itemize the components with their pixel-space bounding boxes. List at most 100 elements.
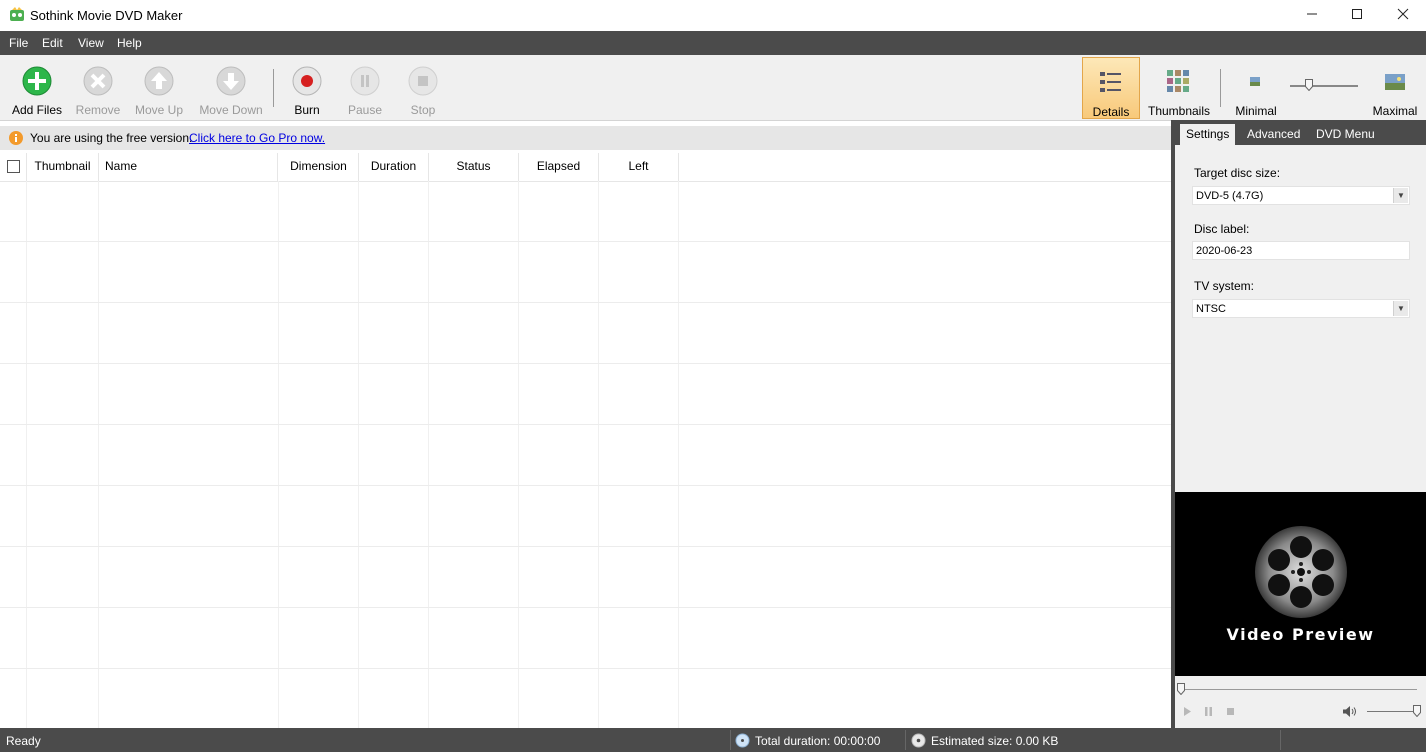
menu-bar: File Edit View Help <box>0 31 1426 55</box>
status-divider <box>905 730 906 750</box>
player-controls <box>1175 676 1426 728</box>
app-icon <box>10 7 24 21</box>
menu-file[interactable]: File <box>9 36 28 50</box>
column-divider <box>98 181 99 728</box>
tab-advanced[interactable]: Advanced <box>1241 124 1306 145</box>
chevron-down-icon[interactable]: ▼ <box>1393 188 1408 203</box>
free-version-bar: You are using the free version. Click he… <box>0 126 1171 150</box>
move-down-button[interactable]: Move Down <box>196 55 266 120</box>
move-down-label: Move Down <box>199 103 263 117</box>
remove-label: Remove <box>75 103 121 117</box>
volume-thumb[interactable] <box>1413 705 1421 717</box>
close-icon <box>1397 8 1409 20</box>
tab-dvd-menu[interactable]: DVD Menu <box>1310 124 1381 145</box>
column-divider <box>428 181 429 728</box>
status-bar: Ready Total duration: 00:00:00 Estimated… <box>0 728 1426 752</box>
target-disc-size-select[interactable]: DVD-5 (4.7G) ▼ <box>1192 186 1410 205</box>
disc-label-value: 2020-06-23 <box>1196 245 1253 257</box>
title-bar: Sothink Movie DVD Maker <box>0 0 1426 32</box>
volume-slider[interactable] <box>1367 711 1419 712</box>
row-divider <box>0 546 1171 547</box>
remove-button[interactable]: Remove <box>72 55 124 120</box>
menu-edit[interactable]: Edit <box>42 36 63 50</box>
row-divider <box>0 485 1171 486</box>
seek-thumb[interactable] <box>1177 683 1185 695</box>
close-button[interactable] <box>1380 0 1426 31</box>
row-divider <box>0 668 1171 669</box>
column-name[interactable]: Name <box>99 153 278 181</box>
tab-settings[interactable]: Settings <box>1180 124 1236 145</box>
maximal-size-button[interactable]: Maximal <box>1370 57 1420 118</box>
column-divider <box>518 181 519 728</box>
large-image-icon <box>1385 74 1405 90</box>
arrow-down-icon <box>216 66 246 96</box>
minimal-size-button[interactable]: Minimal <box>1230 57 1282 118</box>
minimal-label: Minimal <box>1235 104 1277 118</box>
stop-label: Stop <box>410 103 436 117</box>
stop-icon[interactable] <box>1226 707 1235 716</box>
status-divider <box>1280 730 1281 750</box>
column-thumbnail[interactable]: Thumbnail <box>27 153 99 181</box>
pause-button[interactable]: Pause <box>343 55 387 120</box>
move-up-label: Move Up <box>134 103 184 117</box>
burn-button[interactable]: Burn <box>285 55 329 120</box>
minimize-button[interactable] <box>1289 0 1335 31</box>
chevron-down-icon[interactable]: ▼ <box>1393 301 1408 316</box>
minimize-icon <box>1307 13 1317 15</box>
panel-tabs: Settings Advanced DVD Menu <box>1175 120 1426 145</box>
play-icon[interactable] <box>1183 707 1191 716</box>
column-left[interactable]: Left <box>599 153 679 181</box>
column-divider <box>358 181 359 728</box>
row-divider <box>0 607 1171 608</box>
details-icon <box>1100 72 1121 92</box>
menu-help[interactable]: Help <box>117 36 142 50</box>
pause-icon <box>350 66 380 96</box>
slider-thumb[interactable] <box>1305 79 1313 91</box>
stop-button[interactable]: Stop <box>401 55 445 120</box>
table-header: Thumbnail Name Dimension Duration Status… <box>0 153 1171 182</box>
select-all-checkbox[interactable] <box>7 160 20 173</box>
estimated-size: Estimated size: 0.00 KB <box>931 734 1059 748</box>
column-status[interactable]: Status <box>429 153 519 181</box>
tv-system-select[interactable]: NTSC ▼ <box>1192 299 1410 318</box>
maximal-label: Maximal <box>1372 104 1418 118</box>
column-divider <box>26 181 27 728</box>
toolbar: Add Files Remove Move Up Move Down Burn <box>0 55 1426 121</box>
row-divider <box>0 363 1171 364</box>
thumbnails-view-button[interactable]: Thumbnails <box>1146 57 1212 118</box>
tv-system-label: TV system: <box>1194 279 1255 293</box>
details-view-button[interactable]: Details <box>1082 57 1140 119</box>
burn-label: Burn <box>294 103 320 117</box>
pause-label: Pause <box>347 103 383 117</box>
go-pro-link[interactable]: Click here to Go Pro now. <box>189 131 325 145</box>
row-divider <box>0 424 1171 425</box>
add-files-button[interactable]: Add Files <box>6 55 68 120</box>
video-preview: Video Preview <box>1175 492 1426 676</box>
disc-label-input[interactable]: 2020-06-23 <box>1192 241 1410 260</box>
maximize-button[interactable] <box>1334 0 1380 31</box>
pause-icon[interactable] <box>1204 707 1213 716</box>
tv-system-value: NTSC <box>1196 303 1226 315</box>
column-dimension[interactable]: Dimension <box>279 153 359 181</box>
burn-icon <box>292 66 322 96</box>
settings-panel: Settings Advanced DVD Menu Target disc s… <box>1175 120 1426 728</box>
info-icon <box>9 131 23 145</box>
row-divider <box>0 302 1171 303</box>
move-up-button[interactable]: Move Up <box>130 55 188 120</box>
toolbar-divider <box>1220 69 1221 107</box>
arrow-up-icon <box>144 66 174 96</box>
status-text: Ready <box>6 734 41 748</box>
add-icon <box>22 66 52 96</box>
menu-view[interactable]: View <box>78 36 104 50</box>
column-duration[interactable]: Duration <box>359 153 429 181</box>
seek-bar[interactable] <box>1181 689 1417 690</box>
add-files-label: Add Files <box>11 103 63 117</box>
thumbnail-size-slider[interactable] <box>1290 85 1358 87</box>
volume-icon[interactable] <box>1343 706 1357 717</box>
status-divider <box>730 730 731 750</box>
column-elapsed[interactable]: Elapsed <box>519 153 599 181</box>
stop-icon <box>408 66 438 96</box>
maximize-icon <box>1352 9 1362 19</box>
small-image-icon <box>1250 77 1260 86</box>
clock-disc-icon <box>735 733 750 748</box>
